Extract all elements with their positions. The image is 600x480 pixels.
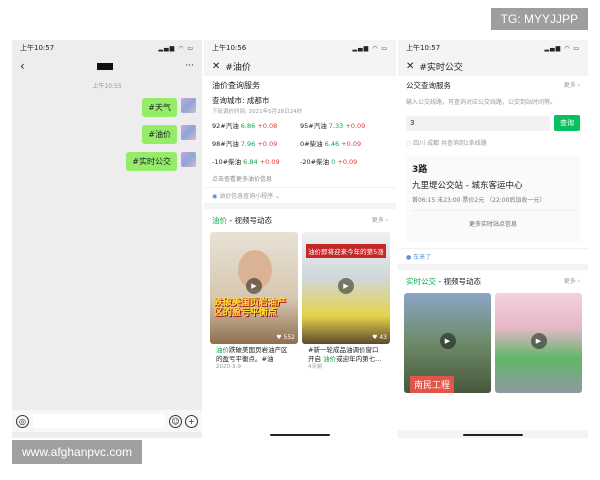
watermark-top: TG: MYYJJPP (490, 8, 588, 30)
home-indicator (270, 434, 330, 436)
close-icon[interactable]: ✕ (406, 61, 414, 72)
watermark-bottom: www.afghanpvc.com (12, 440, 143, 464)
avatar[interactable] (181, 125, 196, 140)
pin-icon: ● (406, 254, 412, 262)
like-count: ♥ 552 (276, 334, 295, 341)
service-title: 油价查询服务 (212, 81, 260, 90)
video-thumbnail[interactable]: 跌破美国页岩油产区的盈亏平衡点 ▶ ♥ 552 (210, 232, 298, 344)
page-title: #油价 (225, 62, 251, 73)
emoji-icon[interactable]: ☺ (169, 414, 182, 428)
play-icon[interactable]: ▶ (338, 277, 354, 294)
video-header: 油价 - 视频号动态 更多 › (212, 215, 388, 226)
bus-source[interactable]: ● 车来了 (398, 248, 588, 264)
search-button[interactable]: 查询 (554, 115, 580, 132)
bus-search-row: 3 查询 (398, 111, 588, 135)
contact-name-redacted (97, 62, 114, 70)
video-thumbs: 跌破美国页岩油产区的盈亏平衡点 ▶ ♥ 552 油价即将迎来今年的第5涨 ▶ ♥… (204, 232, 396, 344)
play-icon[interactable]: ▶ (439, 333, 456, 350)
location-text: ◌ 四川 成都 共查询到1条线路 (406, 140, 487, 148)
bus-navbar: ✕ #实时公交 (398, 56, 588, 76)
oil-price-screen: 上午10:56 ▂▄▆ ◠ ▭ ✕ #油价 油价查询服务 查询城市: 成都市 下… (204, 40, 396, 438)
route-path: 九里堤公交站 - 城东客运中心 (412, 181, 523, 192)
query-city: 查询城市: 成都市 (212, 96, 270, 105)
mini-program-icon: ◉ (212, 193, 218, 200)
bus-service-header: 公交查询服务 更多 › (406, 80, 580, 91)
message-bubble[interactable]: #天气 (142, 98, 177, 117)
back-icon[interactable]: ‹ (20, 59, 25, 73)
voice-icon[interactable]: ◎ (16, 414, 29, 428)
video-caption[interactable]: #新一轮成品油调价窗口开启 油价或迎年内第七... 4天前 (302, 344, 390, 373)
like-count: ♥ 43 (372, 334, 387, 341)
close-icon[interactable]: ✕ (212, 61, 220, 72)
oil-price-grid: 92#汽油 6.86 +0.08 95#汽油 7.33 +0.09 98#汽油 … (204, 116, 396, 170)
message-bubble[interactable]: #实时公交 (126, 152, 177, 171)
plus-icon[interactable]: + (185, 414, 198, 428)
status-time: 上午10:57 (406, 44, 441, 52)
status-time: 上午10:56 (212, 44, 247, 52)
oil-item: 92#汽油 6.86 +0.08 (212, 122, 278, 130)
video-more-link[interactable]: 更多 › (372, 215, 388, 226)
more-station-info-link[interactable]: 更多实时站点信息 (412, 210, 574, 236)
oil-item: 95#汽油 7.33 +0.09 (300, 122, 366, 130)
message-bubble[interactable]: #油价 (142, 125, 177, 144)
bus-intro: 输入公交线路，可查询对应公交线路，公交到站时间等。 (406, 99, 557, 106)
video-thumbnail[interactable]: 油价即将迎来今年的第5涨 ▶ ♥ 43 (302, 232, 390, 344)
page-title: #实时公交 (419, 62, 463, 73)
oil-item: 0#柴油 6.46 +0.09 (300, 140, 362, 148)
video-more-link[interactable]: 更多 › (564, 276, 580, 287)
route-card[interactable]: 3路 九里堤公交站 - 城东客运中心 首06:15 末23:00 票价2元 （2… (406, 156, 580, 243)
oil-item: -20#柴油 0 +0.09 (300, 158, 358, 166)
video-thumbs: ▶ 南民工程 ▶ (398, 293, 588, 394)
video-header: 实时公交 - 视频号动态 更多 › (406, 276, 580, 287)
message-input[interactable] (33, 414, 165, 428)
route-schedule: 首06:15 末23:00 票价2元 （22:00后加收一元） (412, 197, 546, 205)
status-icons: ▂▄▆ ◠ ▭ (352, 44, 388, 52)
play-icon[interactable]: ▶ (246, 277, 262, 294)
more-oil-link[interactable]: 点击查看更多油价信息 (204, 170, 396, 187)
chat-input-bar: ◎ ☺ + (12, 410, 202, 432)
chat-message: #天气 (12, 98, 196, 117)
mini-program-source[interactable]: ◉ 油价信息查询小程序 ⌄ (204, 187, 396, 203)
video-captions: 油价跌破美国页岩油产区的盈亏平衡点。#油 2020-3-9 #新一轮成品油调价窗… (204, 344, 396, 373)
bus-line-input[interactable]: 3 (406, 115, 550, 131)
play-icon[interactable]: ▶ (530, 333, 547, 350)
oil-card: 油价查询服务 查询城市: 成都市 下轮调价时间: 2021年5月28日24时 9… (204, 76, 396, 203)
status-icons: ▂▄▆ ◠ ▭ (544, 44, 580, 52)
status-icons: ▂▄▆ ◠ ▭ (158, 44, 194, 52)
video-thumbnail[interactable]: ▶ (495, 293, 582, 394)
location-icon: ◌ (406, 140, 412, 148)
route-number: 3路 (412, 165, 428, 176)
status-bar: 上午10:57 ▂▄▆ ◠ ▭ (12, 40, 202, 56)
more-icon[interactable]: ··· (185, 61, 194, 71)
video-section: 油价 - 视频号动态 更多 › 跌破美国页岩油产区的盈亏平衡点 ▶ ♥ 552 … (204, 209, 396, 438)
status-bar: 上午10:56 ▂▄▆ ◠ ▭ (204, 40, 396, 56)
bus-card: 公交查询服务 更多 › 输入公交线路，可查询对应公交线路，公交到站时间等。 3 … (398, 76, 588, 265)
video-caption[interactable]: 油价跌破美国页岩油产区的盈亏平衡点。#油 2020-3-9 (210, 344, 298, 373)
video-thumbnail[interactable]: ▶ 南民工程 (404, 293, 491, 394)
bus-video-section: 实时公交 - 视频号动态 更多 › ▶ 南民工程 ▶ (398, 270, 588, 431)
oil-item: -10#柴油 6.84 +0.09 (212, 158, 280, 166)
oil-navbar: ✕ #油价 (204, 56, 396, 76)
chat-time-divider: 上午10:55 (92, 83, 122, 90)
service-more-link[interactable]: 更多 › (564, 80, 580, 91)
chat-message: #油价 (12, 125, 196, 144)
avatar[interactable] (181, 152, 196, 167)
home-indicator (463, 434, 523, 436)
chat-navbar: ‹ ··· (12, 56, 202, 76)
chat-screen: 上午10:57 ▂▄▆ ◠ ▭ ‹ ··· 上午10:55 #天气 #油价 #实… (12, 40, 202, 438)
status-bar: 上午10:57 ▂▄▆ ◠ ▭ (398, 40, 588, 56)
video-overlay-text: 跌破美国页岩油产区的盈亏平衡点 (214, 298, 287, 319)
oil-item: 98#汽油 7.96 +0.09 (212, 140, 278, 148)
video-overlay-text: 南民工程 (410, 376, 455, 394)
bus-screen: 上午10:57 ▂▄▆ ◠ ▭ ✕ #实时公交 公交查询服务 更多 › 输入公交… (398, 40, 588, 438)
chat-message: #实时公交 (12, 152, 196, 171)
video-banner-text: 油价即将迎来今年的第5涨 (306, 244, 386, 258)
avatar[interactable] (181, 98, 196, 113)
status-time: 上午10:57 (20, 44, 55, 52)
next-adjust-time: 下轮调价时间: 2021年5月28日24时 (212, 109, 303, 115)
